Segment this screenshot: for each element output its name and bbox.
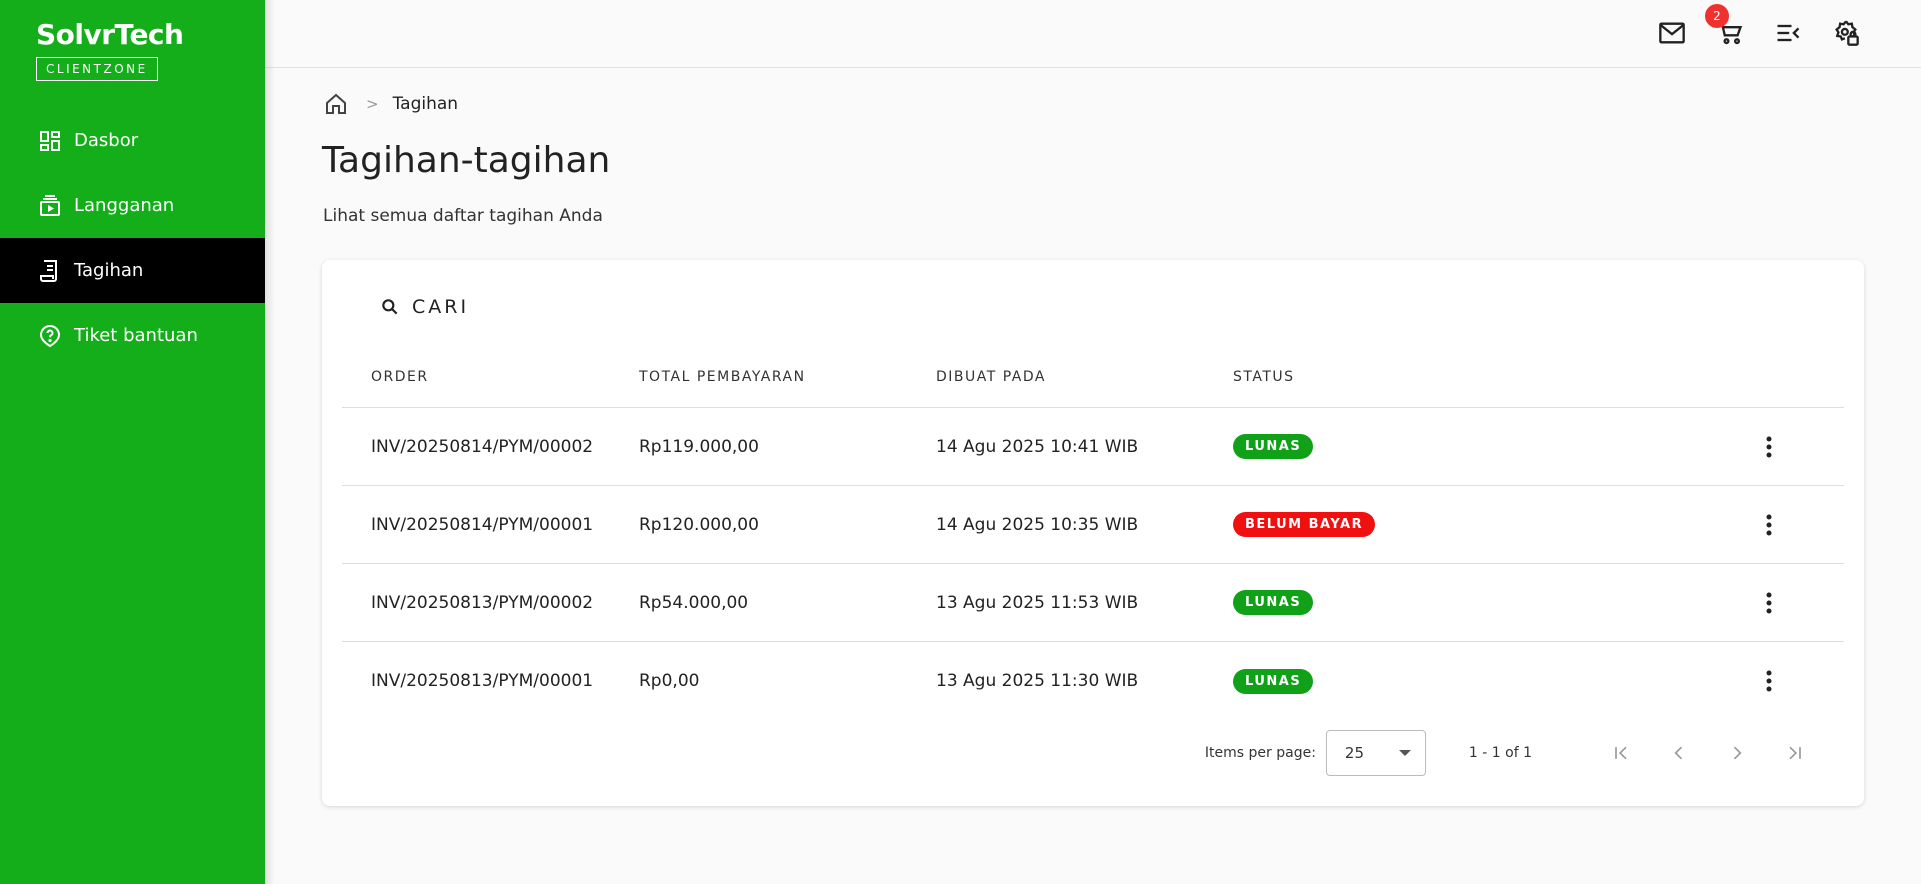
status-badge: LUNAS xyxy=(1233,668,1314,694)
status-badge: BELUM BAYAR xyxy=(1233,512,1376,537)
topbar-actions: 2 xyxy=(1657,4,1861,48)
dropdown-arrow-icon xyxy=(1398,750,1411,756)
brand-name: SolvrTech xyxy=(36,18,184,51)
column-header-status[interactable]: STATUS xyxy=(1233,369,1693,385)
column-header-total[interactable]: TOTAL PEMBAYARAN xyxy=(639,369,936,385)
row-actions-button[interactable] xyxy=(1757,511,1781,539)
search-label: CARI xyxy=(412,296,470,318)
table-row[interactable]: INV/20250814/PYM/00002 Rp119.000,00 14 A… xyxy=(342,408,1844,486)
last-page-icon xyxy=(1789,746,1801,760)
total-cell: Rp120.000,00 xyxy=(639,514,759,535)
items-per-page-label: Items per page: xyxy=(1204,745,1316,761)
table-row[interactable]: INV/20250814/PYM/00001 Rp120.000,00 14 A… xyxy=(342,486,1844,564)
sidebar-item-label: Tiket bantuan xyxy=(74,325,198,346)
settings-lock-icon xyxy=(1835,20,1859,46)
home-button[interactable] xyxy=(324,92,348,116)
page-title: Tagihan-tagihan xyxy=(322,140,611,181)
topbar: 2 xyxy=(265,0,1921,68)
cart-count-badge: 2 xyxy=(1705,4,1729,28)
search-input[interactable]: CARI xyxy=(380,296,469,318)
last-page-button[interactable] xyxy=(1766,733,1824,773)
first-page-button[interactable] xyxy=(1592,733,1650,773)
created-cell: 14 Agu 2025 10:35 WIB xyxy=(936,514,1139,535)
account-settings-button[interactable] xyxy=(1831,18,1861,48)
status-badge: LUNAS xyxy=(1233,590,1314,615)
sidebar-item-langganan[interactable]: Langganan xyxy=(0,173,265,238)
brand-logo[interactable]: SolvrTech CLIENTZONE xyxy=(36,18,184,81)
table-header: ORDER TOTAL PEMBAYARAN DIBUAT PADA STATU… xyxy=(342,346,1844,408)
created-cell: 14 Agu 2025 10:41 WIB xyxy=(936,436,1139,457)
mail-icon xyxy=(1659,22,1685,44)
row-actions-button[interactable] xyxy=(1757,589,1781,617)
sidebar-shadow xyxy=(265,0,275,884)
row-actions-button[interactable] xyxy=(1757,433,1781,461)
mail-button[interactable] xyxy=(1657,18,1687,48)
pagination-range: 1 - 1 of 1 xyxy=(1468,745,1532,761)
sidebar-item-label: Tagihan xyxy=(74,260,144,281)
breadcrumb-separator: > xyxy=(366,95,379,113)
chevron-right-icon xyxy=(1733,746,1742,760)
pagination: Items per page: 25 1 - 1 of 1 xyxy=(1205,730,1824,776)
row-actions-button[interactable] xyxy=(1757,667,1781,695)
more-vert-icon xyxy=(1766,670,1771,692)
order-cell: INV/20250814/PYM/00002 xyxy=(371,436,594,457)
subscription-icon xyxy=(38,194,62,218)
menu-collapse-icon xyxy=(1777,24,1800,42)
first-page-icon xyxy=(1615,746,1627,760)
order-cell: INV/20250813/PYM/00002 xyxy=(371,592,594,613)
items-per-page-value: 25 xyxy=(1344,744,1365,762)
items-per-page-select[interactable]: 25 xyxy=(1325,730,1426,776)
more-vert-icon xyxy=(1766,514,1771,535)
next-page-button[interactable] xyxy=(1708,733,1766,773)
status-badge: LUNAS xyxy=(1233,434,1314,459)
brand-subtitle: CLIENTZONE xyxy=(36,57,158,81)
search-icon xyxy=(380,297,400,317)
home-icon xyxy=(326,93,346,114)
table-row[interactable]: INV/20250813/PYM/00002 Rp54.000,00 13 Ag… xyxy=(342,564,1844,642)
table-row[interactable]: INV/20250813/PYM/00001 Rp0,00 13 Agu 202… xyxy=(342,642,1844,720)
total-cell: Rp0,00 xyxy=(639,671,700,691)
invoices-table: ORDER TOTAL PEMBAYARAN DIBUAT PADA STATU… xyxy=(342,346,1844,720)
menu-toggle-button[interactable] xyxy=(1773,18,1803,48)
chevron-left-icon xyxy=(1674,746,1683,760)
sidebar-item-label: Dasbor xyxy=(74,130,139,151)
receipt-icon xyxy=(38,259,62,283)
column-header-order[interactable]: ORDER xyxy=(342,369,639,385)
sidebar-item-tiket-bantuan[interactable]: Tiket bantuan xyxy=(0,303,265,368)
previous-page-button[interactable] xyxy=(1650,733,1708,773)
sidebar-item-label: Langganan xyxy=(74,195,175,216)
created-cell: 13 Agu 2025 11:30 WIB xyxy=(936,671,1139,691)
page-subtitle: Lihat semua daftar tagihan Anda xyxy=(323,206,603,226)
sidebar-nav: Dasbor Langganan Tagihan Tiket bantuan xyxy=(0,108,265,368)
sidebar-item-tagihan[interactable]: Tagihan xyxy=(0,238,265,303)
order-cell: INV/20250814/PYM/00001 xyxy=(371,514,594,535)
total-cell: Rp119.000,00 xyxy=(639,436,759,457)
created-cell: 13 Agu 2025 11:53 WIB xyxy=(936,592,1139,613)
breadcrumb: > Tagihan xyxy=(324,92,458,116)
sidebar-item-dasbor[interactable]: Dasbor xyxy=(0,108,265,173)
more-vert-icon xyxy=(1766,436,1771,457)
invoices-card: CARI ORDER TOTAL PEMBAYARAN DIBUAT PADA … xyxy=(322,260,1864,806)
total-cell: Rp54.000,00 xyxy=(639,592,749,613)
cart-button[interactable]: 2 xyxy=(1705,4,1745,48)
breadcrumb-current: Tagihan xyxy=(392,94,459,114)
more-vert-icon xyxy=(1766,592,1771,613)
order-cell: INV/20250813/PYM/00001 xyxy=(371,671,594,691)
column-header-created[interactable]: DIBUAT PADA xyxy=(936,369,1233,385)
sidebar: SolvrTech CLIENTZONE Dasbor Langganan Ta… xyxy=(0,0,265,884)
help-icon xyxy=(38,324,62,348)
dashboard-icon xyxy=(38,129,62,153)
